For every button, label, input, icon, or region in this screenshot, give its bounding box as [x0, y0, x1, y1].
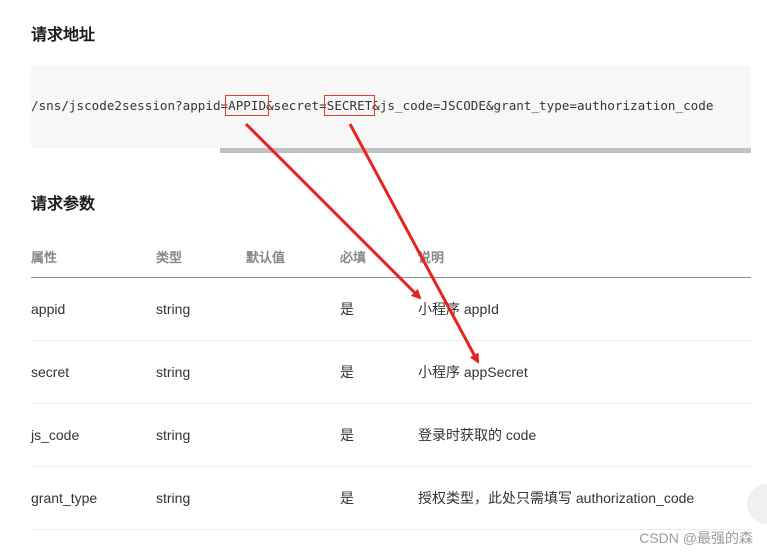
request-url-title: 请求地址: [31, 27, 96, 44]
param-default: [246, 403, 340, 467]
param-name: js_code: [31, 403, 156, 467]
param-required: 是: [340, 340, 418, 404]
table-row: appid string 是 小程序 appId: [31, 277, 751, 341]
param-description: 小程序 appSecret: [418, 340, 751, 404]
param-description: 授权类型，此处只需填写 authorization_code: [418, 466, 751, 530]
param-default: [246, 466, 340, 530]
table-row: js_code string 是 登录时获取的 code: [31, 403, 751, 467]
header-default: 默认值: [246, 235, 340, 278]
param-description: 小程序 appId: [418, 277, 751, 341]
table-row: secret string 是 小程序 appSecret: [31, 340, 751, 404]
params-table-header-row: 属性 类型 默认值 必填 说明: [31, 235, 751, 278]
watermark: CSDN @最强的森: [639, 530, 753, 546]
param-required: 是: [340, 277, 418, 341]
params-table: 属性 类型 默认值 必填 说明 appid string 是 小程序 appId…: [31, 235, 751, 530]
url-middle: &secret=: [266, 98, 327, 113]
param-type: string: [156, 340, 246, 404]
param-default: [246, 340, 340, 404]
request-url-code-block: /sns/jscode2session?appid=APPID&secret=S…: [31, 66, 751, 148]
header-description: 说明: [418, 235, 751, 278]
header-required: 必填: [340, 235, 418, 278]
param-name: appid: [31, 277, 156, 341]
appid-placeholder-highlight: APPID: [225, 95, 270, 116]
header-attribute: 属性: [31, 235, 156, 278]
request-params-title: 请求参数: [31, 196, 96, 213]
code-horizontal-scrollbar[interactable]: [220, 148, 751, 153]
param-required: 是: [340, 466, 418, 530]
request-url-code: /sns/jscode2session?appid=APPID&secret=S…: [31, 95, 714, 116]
url-suffix: &js_code=JSCODE&grant_type=authorization…: [372, 98, 714, 113]
param-type: string: [156, 403, 246, 467]
param-type: string: [156, 466, 246, 530]
url-prefix: /sns/jscode2session?appid=: [31, 98, 229, 113]
param-description: 登录时获取的 code: [418, 403, 751, 467]
param-default: [246, 277, 340, 341]
param-required: 是: [340, 403, 418, 467]
header-type: 类型: [156, 235, 246, 278]
param-name: grant_type: [31, 466, 156, 530]
table-row: grant_type string 是 授权类型，此处只需填写 authoriz…: [31, 466, 751, 530]
secret-placeholder-highlight: SECRET: [323, 95, 376, 116]
param-type: string: [156, 277, 246, 341]
param-name: secret: [31, 340, 156, 404]
